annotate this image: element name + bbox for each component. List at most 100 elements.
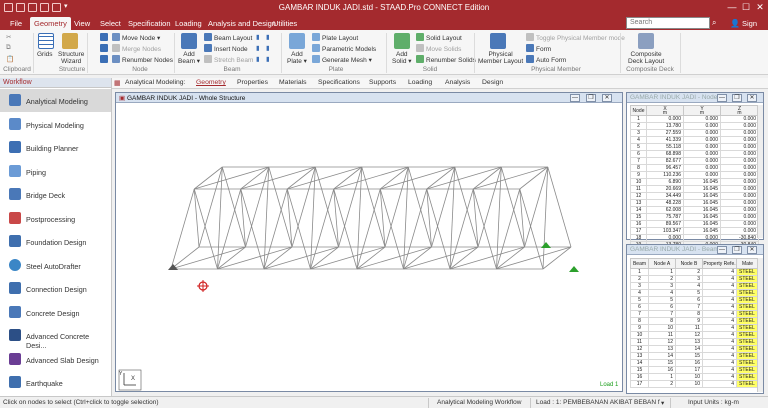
node-row[interactable]: 15 75.787 16.045 0.000: [630, 213, 759, 221]
beam-row[interactable]: 12 13 14 4 STEEL: [630, 345, 759, 353]
table-cell[interactable]: STEEL: [736, 275, 759, 283]
table-cell[interactable]: 41.339: [646, 136, 684, 144]
table-cell[interactable]: 4: [675, 282, 703, 290]
table-cell[interactable]: 4: [702, 345, 737, 353]
structure-wizard-icon[interactable]: [62, 33, 78, 49]
table-cell[interactable]: 7: [630, 310, 649, 318]
beam-row[interactable]: 4 4 5 4 STEEL: [630, 289, 759, 297]
sign-in-link[interactable]: Sign in: [738, 17, 768, 41]
beams-table[interactable]: Beam Node A Node B Property Refe. Mate 1…: [630, 258, 759, 388]
node-row[interactable]: 12 34.449 16.045 0.000: [630, 192, 759, 200]
table-cell[interactable]: 4: [702, 352, 737, 360]
renumber-solids-button[interactable]: Renumber Solids: [416, 55, 476, 64]
table-cell[interactable]: 110.236: [646, 171, 684, 179]
node-row[interactable]: 16 89.567 16.045 0.000: [630, 220, 759, 228]
table-cell[interactable]: 5: [648, 296, 676, 304]
add-plate-icon[interactable]: [289, 33, 305, 49]
nodes-table-window[interactable]: GAMBAR INDUK JADI - Nodes — ❐ ✕ Node X m…: [626, 92, 764, 249]
beam-tool-4-icon[interactable]: ▮: [266, 44, 270, 52]
table-cell[interactable]: 3: [630, 129, 647, 137]
table-cell[interactable]: 12: [630, 192, 647, 200]
table-cell[interactable]: 4: [702, 359, 737, 367]
beam-row[interactable]: 14 15 16 4 STEEL: [630, 359, 759, 367]
whole-structure-window[interactable]: ▣ GAMBAR INDUK JADI - Whole Structure — …: [115, 92, 623, 392]
table-cell[interactable]: STEEL: [736, 324, 759, 332]
table-cell[interactable]: 68.898: [646, 150, 684, 158]
close-icon[interactable]: ✕: [754, 2, 766, 13]
beam-tool-3-icon[interactable]: ▮: [256, 44, 260, 52]
beam-row[interactable]: 15 16 17 4 STEEL: [630, 366, 759, 374]
workflow-item-concrete-design[interactable]: Concrete Design: [0, 301, 111, 324]
table-cell[interactable]: 0.000: [720, 129, 759, 137]
table-cell[interactable]: 10: [675, 380, 703, 388]
table-cell[interactable]: -30.840: [720, 234, 759, 242]
node-row[interactable]: 13 48.228 16.045 0.000: [630, 199, 759, 207]
table-cell[interactable]: 103.347: [646, 227, 684, 235]
table-cell[interactable]: 3: [630, 282, 649, 290]
table-cell[interactable]: 0.000: [683, 129, 721, 137]
node-row[interactable]: 8 96.457 0.000 0.000: [630, 164, 759, 172]
table-cell[interactable]: 2: [648, 380, 676, 388]
table-cell[interactable]: 62.008: [646, 206, 684, 214]
table-cell[interactable]: 8: [630, 317, 649, 325]
table-cell[interactable]: 75.787: [646, 213, 684, 221]
table-cell[interactable]: 20.669: [646, 185, 684, 193]
beams-close-icon[interactable]: ✕: [747, 246, 757, 254]
table-cell[interactable]: 12: [675, 331, 703, 339]
workflow-item-earthquake[interactable]: Earthquake: [0, 371, 111, 394]
table-cell[interactable]: 10: [675, 373, 703, 381]
beam-tool-2-icon[interactable]: ▮: [266, 33, 270, 41]
table-cell[interactable]: 0.000: [720, 171, 759, 179]
table-cell[interactable]: 3: [648, 282, 676, 290]
table-cell[interactable]: 4: [630, 136, 647, 144]
table-cell[interactable]: 0.000: [683, 234, 721, 242]
table-cell[interactable]: 15: [648, 359, 676, 367]
table-cell[interactable]: STEEL: [736, 268, 759, 276]
table-cell[interactable]: 0.000: [720, 178, 759, 186]
table-cell[interactable]: 9: [630, 171, 647, 179]
table-cell[interactable]: 0.000: [720, 220, 759, 228]
table-cell[interactable]: 16.045: [683, 227, 721, 235]
table-cell[interactable]: 4: [702, 380, 737, 388]
node-row[interactable]: 14 62.008 16.045 0.000: [630, 206, 759, 214]
table-cell[interactable]: 96.457: [646, 164, 684, 172]
table-cell[interactable]: 10: [630, 331, 649, 339]
table-cell[interactable]: 82.677: [646, 157, 684, 165]
table-cell[interactable]: 4: [702, 296, 737, 304]
renumber-nodes-button[interactable]: Renumber Nodes: [112, 55, 173, 64]
subtab-supports[interactable]: Supports: [369, 79, 396, 86]
table-cell[interactable]: STEEL: [736, 359, 759, 367]
node-row[interactable]: 10 6.890 16.045 0.000: [630, 178, 759, 186]
table-cell[interactable]: STEEL: [736, 380, 759, 388]
workflow-item-building-planner[interactable]: Building Planner: [0, 136, 111, 159]
table-cell[interactable]: 1: [648, 373, 676, 381]
search-input[interactable]: Search: [626, 17, 710, 29]
table-cell[interactable]: 16: [630, 220, 647, 228]
table-cell[interactable]: 0.000: [720, 136, 759, 144]
subtab-analysis[interactable]: Analysis: [445, 79, 470, 86]
tab-select[interactable]: Select: [96, 17, 125, 30]
table-cell[interactable]: 1: [648, 268, 676, 276]
table-cell[interactable]: 0.000: [720, 227, 759, 235]
generate-mesh-button[interactable]: Generate Mesh ▾: [312, 55, 372, 64]
subtab-loading[interactable]: Loading: [408, 79, 432, 86]
maximize-icon[interactable]: ☐: [740, 2, 752, 13]
beam-tool-1-icon[interactable]: ▮: [256, 33, 260, 41]
tab-utilities[interactable]: Utilities: [269, 17, 301, 30]
node-row[interactable]: 11 20.669 16.045 0.000: [630, 185, 759, 193]
table-cell[interactable]: 0.000: [683, 171, 721, 179]
beam-row[interactable]: 11 12 13 4 STEEL: [630, 338, 759, 346]
paste-icon[interactable]: 📋: [6, 55, 14, 63]
auto-form-button[interactable]: Auto Form: [526, 55, 566, 64]
beam-row[interactable]: 13 14 15 4 STEEL: [630, 352, 759, 360]
table-cell[interactable]: 14: [630, 206, 647, 214]
table-cell[interactable]: 10: [648, 324, 676, 332]
table-cell[interactable]: 2: [675, 268, 703, 276]
viewport-minimize-icon[interactable]: —: [570, 94, 580, 102]
table-cell[interactable]: STEEL: [736, 345, 759, 353]
table-cell[interactable]: 15: [630, 213, 647, 221]
table-cell[interactable]: STEEL: [736, 317, 759, 325]
table-cell[interactable]: 0.000: [646, 115, 684, 123]
table-cell[interactable]: 7: [675, 303, 703, 311]
table-cell[interactable]: 8: [675, 310, 703, 318]
